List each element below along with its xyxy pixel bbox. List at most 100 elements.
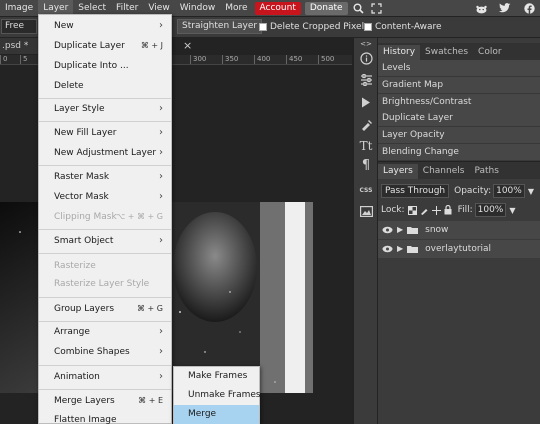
opacity-input[interactable]: 100% bbox=[493, 184, 525, 198]
menu-item-raster-mask[interactable]: Raster Mask › bbox=[39, 167, 171, 187]
opacity-label: Opacity: bbox=[454, 186, 492, 196]
adjustments-icon[interactable] bbox=[357, 71, 375, 89]
history-item[interactable]: Levels bbox=[378, 60, 540, 77]
character-icon[interactable]: Tt bbox=[357, 137, 375, 155]
menu-item-merge[interactable]: Merge bbox=[174, 405, 259, 424]
menu-item-duplicate-into[interactable]: Duplicate Into ... bbox=[39, 56, 171, 76]
lock-pixels-icon[interactable] bbox=[420, 206, 429, 215]
chevron-right-icon: › bbox=[159, 371, 163, 382]
lock-all-icon[interactable] bbox=[444, 205, 452, 215]
lock-transparency-icon[interactable] bbox=[407, 205, 417, 215]
expand-arrow-icon[interactable]: ▶ bbox=[397, 240, 403, 258]
menu-image[interactable]: Image bbox=[0, 0, 38, 16]
menu-item-unmake-frames[interactable]: Unmake Frames bbox=[174, 386, 261, 405]
menu-item-new-fill-layer[interactable]: New Fill Layer › bbox=[39, 123, 171, 143]
menu-item-make-frames[interactable]: Make Frames bbox=[174, 367, 259, 386]
content-aware-checkbox[interactable]: Content-Aware bbox=[364, 21, 442, 33]
history-item[interactable]: Brightness/Contrast bbox=[378, 94, 540, 111]
eye-icon[interactable] bbox=[382, 226, 393, 234]
delete-cropped-checkbox[interactable]: Delete Cropped Pixels bbox=[259, 21, 369, 33]
animation-submenu: Make Frames Unmake Frames Merge bbox=[173, 366, 261, 424]
ruler-tick: 300 bbox=[190, 55, 206, 64]
history-item[interactable]: Blending Change bbox=[378, 144, 540, 161]
menu-item-animation[interactable]: Animation › bbox=[39, 367, 171, 387]
collapse-icon[interactable]: <> bbox=[357, 40, 375, 48]
blend-mode-select[interactable]: Pass Through bbox=[381, 184, 450, 198]
checkbox-box[interactable] bbox=[364, 23, 372, 31]
fill-dropdown-icon[interactable]: ▼ bbox=[509, 206, 515, 215]
shortcut-label: ⌘ + J bbox=[140, 41, 163, 50]
lock-label: Lock: bbox=[381, 205, 405, 215]
menu-item-delete[interactable]: Delete bbox=[39, 76, 171, 96]
shortcut-label: ⌘ + G bbox=[137, 304, 163, 313]
account-button[interactable]: Account bbox=[254, 1, 301, 15]
history-item[interactable]: Gradient Map bbox=[378, 77, 540, 94]
history-item[interactable]: Duplicate Layer bbox=[378, 110, 540, 127]
layer-row[interactable]: ▶ overlaytutorial bbox=[378, 240, 540, 258]
tab-swatches[interactable]: Swatches bbox=[420, 45, 473, 60]
chevron-right-icon: › bbox=[159, 147, 163, 158]
lock-position-icon[interactable] bbox=[431, 205, 441, 215]
menu-item-flatten-image[interactable]: Flatten Image bbox=[39, 410, 171, 424]
menu-item-label: Duplicate Into ... bbox=[54, 61, 129, 71]
donate-button[interactable]: Donate bbox=[304, 1, 348, 15]
close-tab-icon[interactable]: × bbox=[183, 39, 192, 52]
tab-history[interactable]: History bbox=[378, 45, 421, 60]
search-icon[interactable] bbox=[352, 1, 366, 15]
tab-channels[interactable]: Channels bbox=[418, 164, 470, 179]
menu-divider bbox=[39, 365, 171, 366]
chevron-right-icon: › bbox=[159, 326, 163, 337]
chevron-right-icon: › bbox=[159, 20, 163, 31]
chevron-right-icon: › bbox=[159, 171, 163, 182]
tab-paths[interactable]: Paths bbox=[469, 164, 503, 179]
straighten-layer-button[interactable]: Straighten Layer bbox=[177, 19, 263, 34]
history-item[interactable]: Layer Opacity bbox=[378, 127, 540, 144]
fill-input[interactable]: 100% bbox=[474, 203, 507, 217]
chevron-right-icon: › bbox=[159, 235, 163, 246]
menu-item-label: Animation bbox=[54, 372, 100, 382]
menu-item-label: Clipping Mask bbox=[54, 212, 117, 222]
menu-window[interactable]: Window bbox=[175, 0, 221, 16]
css-icon[interactable]: CSS bbox=[357, 181, 375, 199]
menu-item-merge-layers[interactable]: Merge Layers ⌘ + E bbox=[39, 391, 171, 411]
brush-settings-icon[interactable] bbox=[357, 115, 375, 133]
layer-row[interactable]: ▶ snow bbox=[378, 221, 540, 239]
menu-item-group-layers[interactable]: Group Layers ⌘ + G bbox=[39, 299, 171, 319]
reddit-icon[interactable] bbox=[474, 1, 488, 15]
menu-item-label: Duplicate Layer bbox=[54, 41, 125, 51]
menu-more[interactable]: More bbox=[220, 0, 252, 16]
tab-layers[interactable]: Layers bbox=[378, 164, 418, 179]
menu-item-layer-style[interactable]: Layer Style › bbox=[39, 99, 171, 119]
paragraph-icon[interactable]: ¶ bbox=[357, 156, 375, 174]
layer-menu-dropdown: New › Duplicate Layer ⌘ + J Duplicate Into… bbox=[38, 14, 172, 424]
menu-item-new[interactable]: New › bbox=[39, 16, 171, 36]
menu-item-arrange[interactable]: Arrange › bbox=[39, 322, 171, 342]
menu-item-smart-object[interactable]: Smart Object › bbox=[39, 231, 171, 251]
image-icon[interactable] bbox=[357, 202, 375, 220]
expand-arrow-icon[interactable]: ▶ bbox=[397, 221, 403, 239]
menu-item-vector-mask[interactable]: Vector Mask › bbox=[39, 187, 171, 207]
chevron-right-icon: › bbox=[159, 346, 163, 357]
menu-item-clipping-mask: Clipping Mask ⌥ + ⌘ + G bbox=[39, 207, 171, 227]
content-aware-label: Content-Aware bbox=[375, 22, 442, 32]
document-tab[interactable]: .psd * bbox=[0, 38, 40, 54]
menu-item-label: Vector Mask bbox=[54, 192, 109, 202]
panel-toolbar: <> Tt ¶ CSS bbox=[353, 38, 377, 424]
ruler-tick: 500 bbox=[318, 55, 334, 64]
eye-icon[interactable] bbox=[382, 245, 393, 253]
facebook-icon[interactable] bbox=[522, 1, 536, 15]
twitter-icon[interactable] bbox=[498, 1, 512, 15]
menu-item-new-adjustment-layer[interactable]: New Adjustment Layer › bbox=[39, 143, 171, 163]
crop-mode-select[interactable]: Free bbox=[1, 19, 37, 34]
ruler-tick: 5 bbox=[20, 55, 27, 64]
play-icon[interactable] bbox=[357, 93, 375, 111]
menu-item-combine-shapes[interactable]: Combine Shapes › bbox=[39, 342, 171, 362]
folder-icon bbox=[407, 227, 419, 234]
info-icon[interactable] bbox=[357, 49, 375, 67]
fullscreen-icon[interactable] bbox=[370, 1, 384, 15]
checkbox-box[interactable] bbox=[259, 23, 267, 31]
menu-item-duplicate-layer[interactable]: Duplicate Layer ⌘ + J bbox=[39, 36, 171, 56]
menu-item-label: Arrange bbox=[54, 327, 90, 337]
tab-color[interactable]: Color bbox=[473, 45, 507, 60]
opacity-dropdown-icon[interactable]: ▼ bbox=[528, 187, 534, 196]
